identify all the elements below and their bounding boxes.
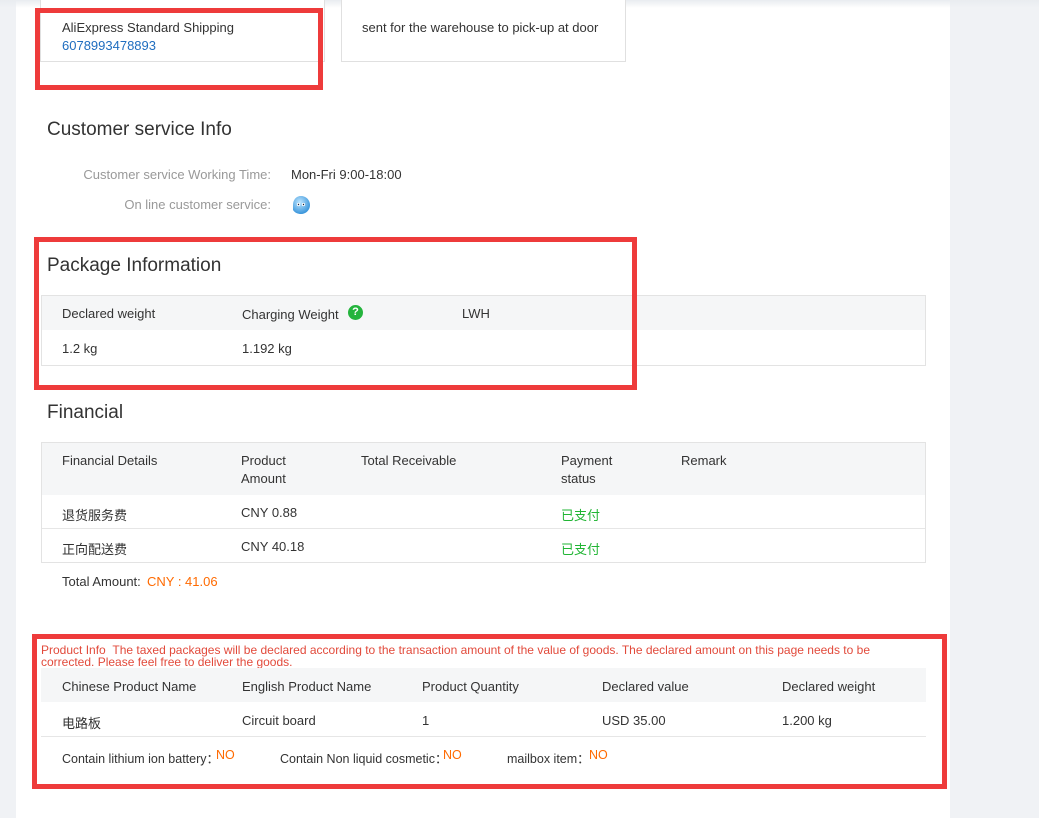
chat-bubble-icon[interactable] bbox=[290, 194, 312, 216]
fin-row-2-payment-status: 已支付 bbox=[561, 542, 601, 557]
highlight-package bbox=[34, 237, 637, 390]
fin-header-product-amount-2: Amount bbox=[241, 471, 286, 486]
online-service-label: On line customer service: bbox=[124, 197, 271, 212]
financial-table-header bbox=[42, 443, 925, 495]
working-time-label: Customer service Working Time: bbox=[83, 167, 271, 182]
fin-header-payment-status-1: Payment bbox=[561, 453, 613, 468]
total-amount-label: Total Amount: bbox=[62, 574, 141, 589]
fin-header-total-receivable: Total Receivable bbox=[361, 453, 457, 468]
fin-row-2-details: 正向配送费 bbox=[62, 542, 128, 557]
highlight-shipping bbox=[35, 8, 323, 90]
fin-row-1-payment-status: 已支付 bbox=[561, 508, 601, 523]
fin-header-product-amount-1: Product bbox=[241, 453, 286, 468]
financial-title: Financial bbox=[47, 402, 124, 423]
financial-table bbox=[41, 442, 926, 563]
fin-header-remark: Remark bbox=[681, 453, 727, 468]
highlight-product-info bbox=[32, 634, 947, 789]
fin-row-1-details: 退货服务费 bbox=[62, 508, 128, 523]
fin-header-payment-status-2: status bbox=[561, 471, 596, 486]
pickup-note-text: sent for the warehouse to pick-up at doo… bbox=[362, 20, 599, 35]
fin-row-divider bbox=[42, 528, 925, 529]
fin-row-1-product-amount: CNY 0.88 bbox=[241, 505, 298, 520]
fin-row-2-product-amount: CNY 40.18 bbox=[241, 539, 305, 554]
working-time-value: Mon-Fri 9:00-18:00 bbox=[291, 167, 402, 182]
fin-header-details: Financial Details bbox=[62, 453, 158, 468]
customer-service-title: Customer service Info bbox=[47, 119, 232, 140]
total-amount-value: CNY : 41.06 bbox=[147, 574, 218, 589]
